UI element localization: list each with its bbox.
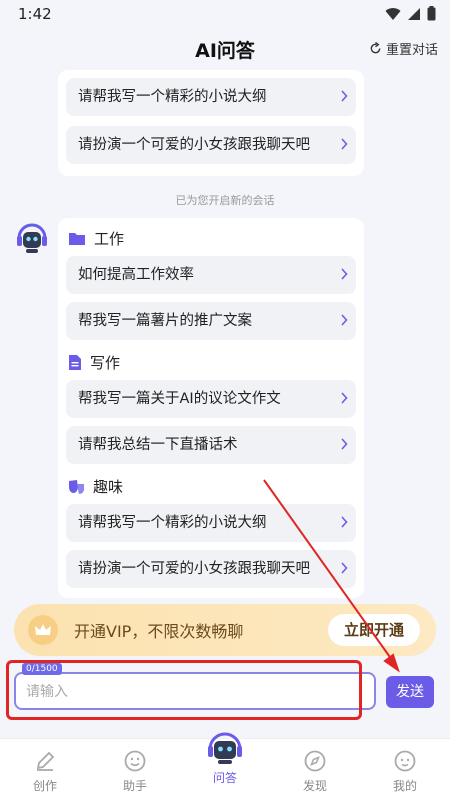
- wifi-icon: [385, 7, 401, 20]
- mask-icon: [69, 479, 84, 494]
- tab-qa[interactable]: 问答: [190, 731, 260, 786]
- question-text: 请帮我写一个精彩的小说大纲: [78, 515, 267, 531]
- chevron-right-icon: [341, 138, 348, 150]
- tab-label: 助手: [122, 779, 147, 793]
- question-item[interactable]: 帮我写一篇关于AI的议论文作文: [66, 380, 356, 418]
- question-item[interactable]: 请扮演一个可爱的小女孩跟我聊天吧: [66, 550, 356, 588]
- category-label: 趣味: [93, 478, 124, 496]
- chevron-right-icon: [341, 392, 348, 404]
- tab-mine[interactable]: 我的: [370, 749, 440, 794]
- vip-banner[interactable]: 开通VIP，不限次数畅聊 立即开通: [14, 604, 436, 656]
- category-header-writing: 写作: [68, 352, 120, 373]
- question-text: 如何提高工作效率: [78, 267, 194, 283]
- vip-promo-text: 开通VIP，不限次数畅聊: [74, 622, 244, 641]
- robot-icon: [208, 732, 242, 764]
- pen-icon: [36, 751, 55, 771]
- refresh-icon: [370, 42, 381, 54]
- tab-discover[interactable]: 发现: [280, 749, 350, 794]
- profile-icon: [394, 750, 416, 772]
- header: AI问答 重置对话: [0, 30, 450, 70]
- tab-create[interactable]: 创作: [10, 749, 80, 794]
- new-session-notice: 已为您开启新的会话: [175, 194, 275, 207]
- char-count-badge: 0/1500: [22, 663, 62, 675]
- bottom-tab-bar: 创作 助手 问答 发现 我的: [0, 732, 450, 801]
- suggestion-item[interactable]: 请扮演一个可爱的小女孩跟我聊天吧: [66, 126, 356, 164]
- tab-label: 创作: [32, 779, 57, 793]
- suggestion-text: 请帮我写一个精彩的小说大纲: [78, 89, 267, 105]
- category-label: 写作: [90, 354, 121, 372]
- question-text: 请帮我总结一下直播话术: [78, 437, 238, 453]
- send-button[interactable]: 发送: [386, 676, 434, 708]
- reset-conversation-label: 重置对话: [385, 43, 438, 58]
- status-time: 1:42: [18, 5, 52, 23]
- crown-icon: [28, 615, 58, 645]
- question-text: 帮我写一篇薯片的推广文案: [78, 313, 252, 329]
- question-text: 请扮演一个可爱的小女孩跟我聊天吧: [78, 561, 310, 577]
- question-item[interactable]: 如何提高工作效率: [66, 256, 356, 294]
- chevron-right-icon: [341, 268, 348, 280]
- question-item[interactable]: 请帮我写一个精彩的小说大纲: [66, 504, 356, 542]
- signal-icon: [408, 7, 420, 20]
- chevron-right-icon: [341, 562, 348, 574]
- folder-icon: [69, 233, 85, 245]
- tab-label: 问答: [212, 771, 237, 785]
- suggestion-item[interactable]: 请帮我写一个精彩的小说大纲: [66, 78, 356, 116]
- compass-icon: [304, 750, 326, 772]
- message-input-container: [14, 672, 376, 710]
- chevron-right-icon: [341, 438, 348, 450]
- document-icon: [69, 355, 81, 370]
- question-item[interactable]: 请帮我总结一下直播话术: [66, 426, 356, 464]
- message-input[interactable]: [24, 679, 368, 705]
- category-header-work: 工作: [68, 228, 124, 249]
- reset-conversation-button[interactable]: 重置对话: [369, 39, 438, 58]
- tab-assistant[interactable]: 助手: [100, 749, 170, 794]
- question-item[interactable]: 帮我写一篇薯片的推广文案: [66, 302, 356, 340]
- vip-open-button[interactable]: 立即开通: [328, 614, 420, 646]
- category-header-fun: 趣味: [68, 476, 123, 497]
- chevron-right-icon: [341, 516, 348, 528]
- chevron-right-icon: [341, 314, 348, 326]
- categories-card: 工作 如何提高工作效率 帮我写一篇薯片的推广文案 写作 帮我写一篇关于AI的议论…: [58, 218, 364, 598]
- category-label: 工作: [94, 230, 125, 248]
- status-icons: [385, 6, 436, 21]
- smile-icon: [124, 750, 146, 772]
- question-text: 帮我写一篇关于AI的议论文作文: [78, 391, 281, 407]
- status-bar: 1:42: [0, 0, 450, 28]
- robot-avatar-icon: [17, 223, 47, 253]
- battery-icon: [427, 6, 436, 21]
- previous-suggestions-card: 请帮我写一个精彩的小说大纲 请扮演一个可爱的小女孩跟我聊天吧: [58, 70, 364, 176]
- chevron-right-icon: [341, 90, 348, 102]
- tab-label: 发现: [302, 779, 327, 793]
- suggestion-text: 请扮演一个可爱的小女孩跟我聊天吧: [78, 137, 310, 153]
- tab-label: 我的: [392, 779, 417, 793]
